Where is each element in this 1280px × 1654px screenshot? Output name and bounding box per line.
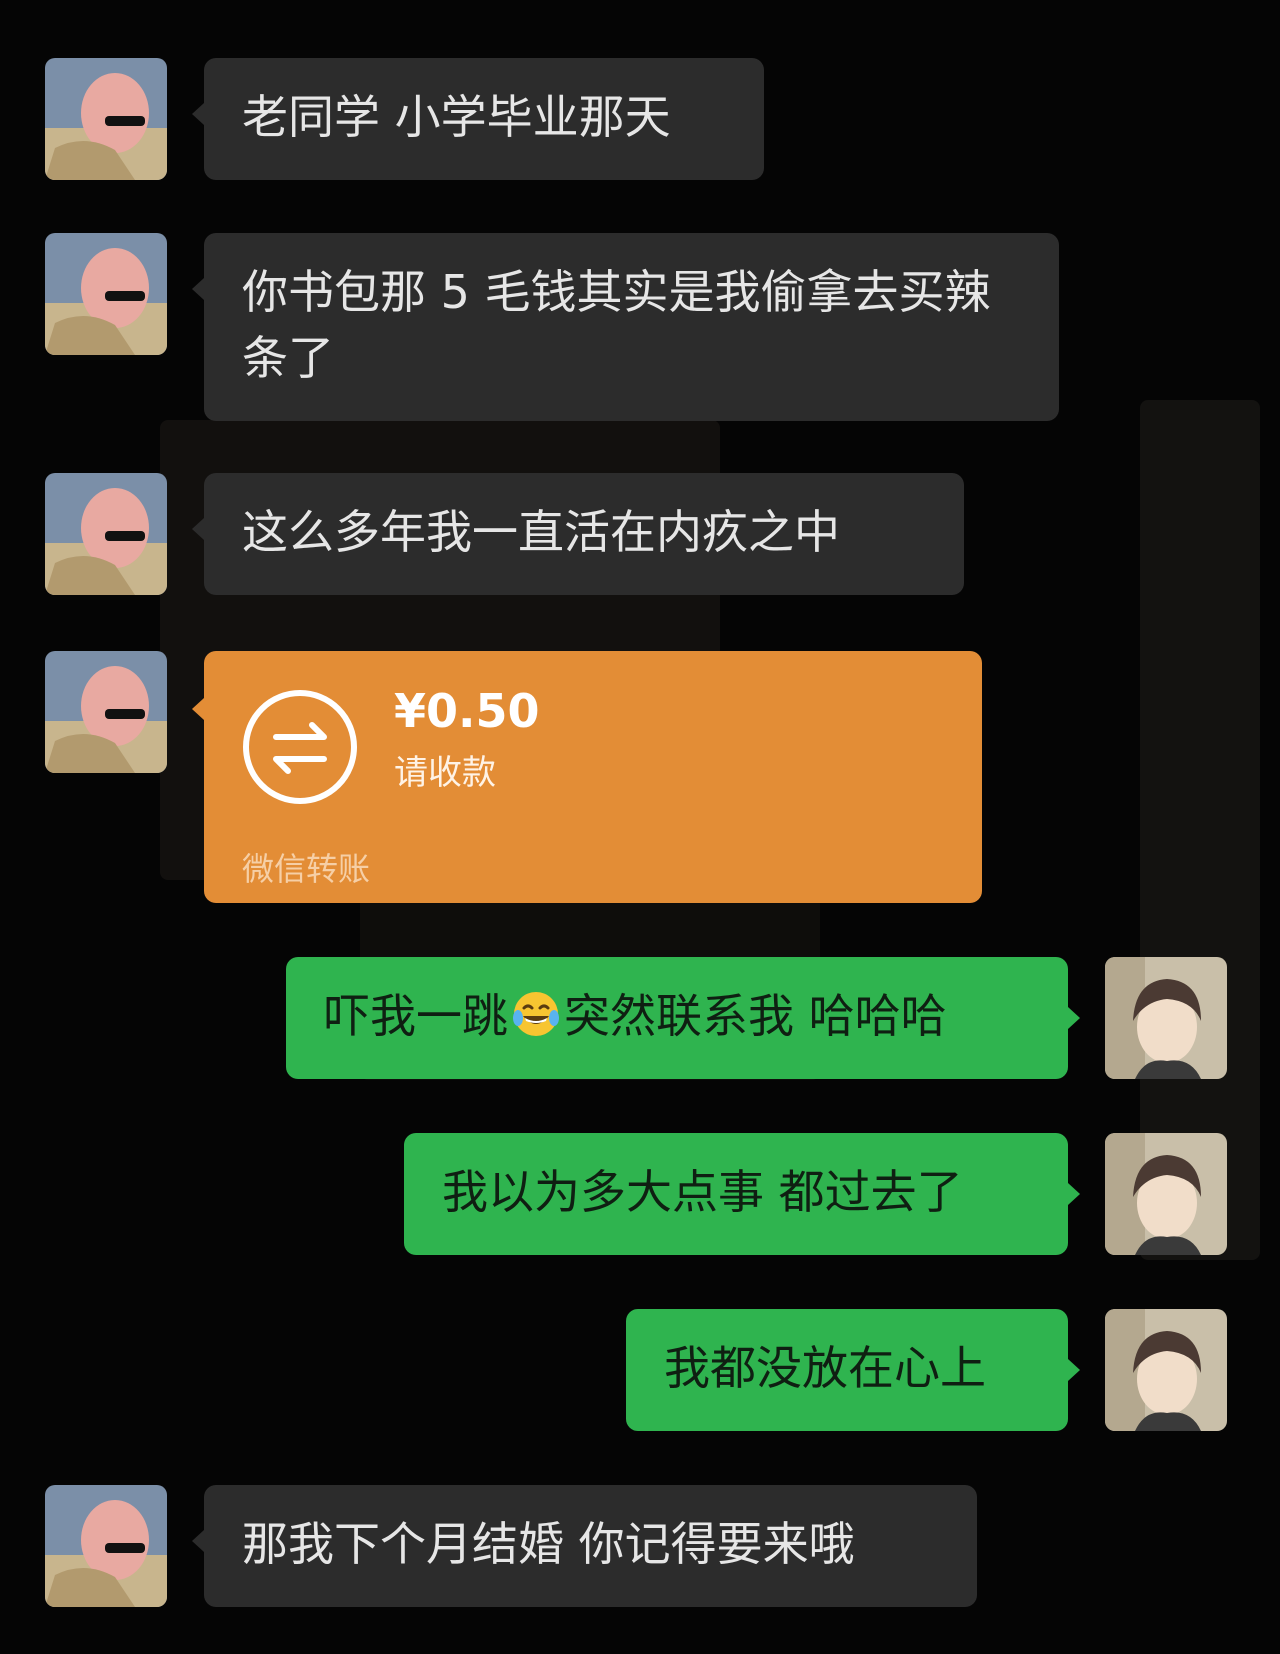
message-bubble[interactable]: 吓我一跳 突然联系我 哈哈哈: [286, 957, 1068, 1079]
transfer-status: 请收款: [394, 753, 496, 793]
my-avatar[interactable]: [1105, 1309, 1227, 1431]
bubble-tail: [192, 1530, 204, 1552]
bubble-tail: [1068, 1007, 1080, 1029]
transfer-card[interactable]: ¥0.50 请收款 微信转账: [204, 651, 982, 903]
my-avatar[interactable]: [1105, 1133, 1227, 1255]
anime-boy-icon: [1105, 1133, 1227, 1255]
bald-man-sunglasses-icon: [45, 651, 167, 773]
message-text: 我都没放在心上: [664, 1341, 986, 1395]
bubble-tail: [192, 518, 204, 540]
bubble-tail: [1068, 1359, 1080, 1381]
bald-man-sunglasses-icon: [45, 473, 167, 595]
bubble-tail: [192, 103, 204, 125]
message-bubble[interactable]: 我以为多大点事 都过去了: [404, 1133, 1068, 1255]
message-bubble[interactable]: 老同学 小学毕业那天: [204, 58, 764, 180]
anime-boy-icon: [1105, 1309, 1227, 1431]
message-text-before: 吓我一跳: [324, 989, 508, 1043]
transfer-amount: ¥0.50: [394, 684, 540, 738]
chat-window: 老同学 小学毕业那天 你书包那 5 毛钱其实是我偷拿去买辣条了 这么多年我一直活…: [0, 0, 1280, 1654]
friend-avatar[interactable]: [45, 473, 167, 595]
message-bubble[interactable]: 这么多年我一直活在内疚之中: [204, 473, 964, 595]
bald-man-sunglasses-icon: [45, 233, 167, 355]
bubble-tail: [192, 278, 204, 300]
anime-boy-icon: [1105, 957, 1227, 1079]
message-text: 你书包那 5 毛钱其实是我偷拿去买辣条了: [242, 265, 991, 385]
message-text: 老同学 小学毕业那天: [242, 90, 671, 144]
message-text: 那我下个月结婚 你记得要来哦: [242, 1517, 855, 1571]
message-bubble[interactable]: 你书包那 5 毛钱其实是我偷拿去买辣条了: [204, 233, 1059, 421]
bubble-tail: [192, 698, 204, 720]
background-scene-pillar: [1140, 400, 1260, 1260]
bald-man-sunglasses-icon: [45, 58, 167, 180]
message-text: 我以为多大点事 都过去了: [442, 1165, 963, 1219]
message-bubble[interactable]: 我都没放在心上: [626, 1309, 1068, 1431]
transfer-source-label: 微信转账: [242, 850, 371, 888]
bald-man-sunglasses-icon: [45, 1485, 167, 1607]
friend-avatar[interactable]: [45, 1485, 167, 1607]
friend-avatar[interactable]: [45, 233, 167, 355]
message-bubble[interactable]: 那我下个月结婚 你记得要来哦: [204, 1485, 977, 1607]
friend-avatar[interactable]: [45, 58, 167, 180]
tears-of-joy-emoji-icon: [513, 992, 559, 1036]
my-avatar[interactable]: [1105, 957, 1227, 1079]
transfer-arrows-icon: [243, 690, 357, 804]
bubble-tail: [1068, 1183, 1080, 1205]
message-text-after: 突然联系我 哈哈哈: [564, 989, 947, 1043]
friend-avatar[interactable]: [45, 651, 167, 773]
message-text: 这么多年我一直活在内疚之中: [242, 505, 840, 559]
